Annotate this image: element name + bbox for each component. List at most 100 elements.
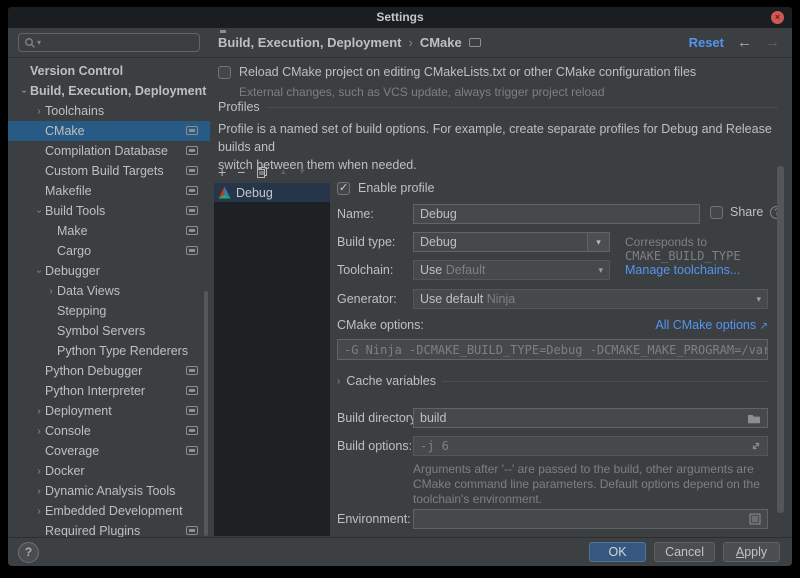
cmake-options-label: CMake options:: [337, 318, 424, 332]
sidebar-item-custom-build-targets[interactable]: Custom Build Targets: [8, 161, 210, 181]
dropdown-arrow-icon: ▾: [587, 233, 609, 251]
sidebar-item-embedded-development[interactable]: ›Embedded Development: [8, 501, 210, 521]
reload-cmake-checkbox[interactable]: [218, 66, 231, 79]
breadcrumb: Build, Execution, Deployment › CMake: [218, 28, 481, 57]
sidebar-item-python-debugger[interactable]: Python Debugger: [8, 361, 210, 381]
sidebar-item-cargo[interactable]: Cargo: [8, 241, 210, 261]
breadcrumb-item[interactable]: CMake: [420, 35, 462, 50]
share-checkbox[interactable]: [710, 206, 723, 219]
forward-arrow-icon[interactable]: →: [765, 34, 780, 51]
chevron-expanded-icon: ›: [34, 205, 45, 217]
breadcrumb-item[interactable]: Build, Execution, Deployment: [218, 35, 401, 50]
copy-profile-button[interactable]: [256, 166, 268, 179]
sidebar-item-coverage[interactable]: Coverage: [8, 441, 210, 461]
screen-icon: [186, 446, 198, 455]
sidebar-item-makefile[interactable]: Makefile: [8, 181, 210, 201]
screen-icon: [186, 166, 198, 175]
toolchain-select[interactable]: Use Default ▾: [413, 260, 610, 280]
screen-icon: [186, 526, 198, 535]
build-options-input[interactable]: -j 6: [413, 436, 768, 456]
sidebar-item-compilation-database[interactable]: Compilation Database: [8, 141, 210, 161]
external-link-icon: ↗: [760, 321, 768, 332]
cmake-options-input[interactable]: -G Ninja -DCMAKE_BUILD_TYPE=Debug -DCMAK…: [337, 339, 768, 360]
sidebar-item-toolchains[interactable]: ›Toolchains: [8, 101, 210, 121]
search-icon: [24, 37, 36, 49]
cache-variables-toggle[interactable]: Cache variables: [346, 374, 436, 388]
close-icon: ×: [775, 12, 780, 22]
generator-select[interactable]: Use default Ninja ▾: [413, 289, 768, 309]
ok-button[interactable]: OK: [589, 542, 646, 562]
enable-profile-label: Enable profile: [358, 181, 434, 195]
help-button[interactable]: ?: [18, 542, 39, 563]
screen-icon: [186, 146, 198, 155]
move-down-button[interactable]: ▼: [298, 165, 306, 179]
cmake-settings-panel: Reload CMake project on editing CMakeLis…: [210, 58, 792, 537]
section-divider: [442, 381, 768, 382]
sidebar-item-stepping[interactable]: Stepping: [8, 301, 210, 321]
all-cmake-options-link[interactable]: All CMake options ↗: [655, 318, 768, 332]
sidebar-scrollbar[interactable]: [204, 291, 208, 536]
dropdown-arrow-icon: ▾: [756, 294, 761, 305]
window-title: Settings: [8, 10, 792, 24]
environment-label: Environment:: [337, 512, 411, 526]
build-type-select[interactable]: Debug ▾: [413, 232, 610, 252]
add-profile-button[interactable]: +: [218, 165, 226, 179]
remove-profile-button[interactable]: −: [237, 165, 245, 179]
sidebar-item-data-views[interactable]: ›Data Views: [8, 281, 210, 301]
sidebar-item-python-interpreter[interactable]: Python Interpreter: [8, 381, 210, 401]
dropdown-arrow-icon: ▾: [598, 265, 603, 276]
chevron-collapsed-icon: ›: [33, 426, 45, 437]
cancel-button[interactable]: Cancel: [654, 542, 715, 562]
sidebar-item-build-tools[interactable]: ›Build Tools: [8, 201, 210, 221]
environment-variables-icon[interactable]: [749, 513, 761, 525]
screen-icon: [186, 226, 198, 235]
chevron-collapsed-icon: ›: [33, 106, 45, 117]
sidebar-item-make[interactable]: Make: [8, 221, 210, 241]
back-arrow-icon[interactable]: ←: [737, 34, 752, 51]
chevron-collapsed-icon: ›: [45, 286, 57, 297]
name-input[interactable]: Debug: [413, 204, 700, 224]
reload-cmake-label: Reload CMake project on editing CMakeLis…: [239, 65, 696, 79]
settings-tree: Version Control ›Build, Execution, Deplo…: [8, 58, 210, 537]
apply-button[interactable]: Apply: [723, 542, 780, 562]
settings-header: ▾ Build, Execution, Deployment › CMake R…: [8, 28, 792, 58]
screen-icon: [469, 38, 481, 47]
manage-toolchains-link[interactable]: Manage toolchains...: [625, 263, 740, 277]
screen-icon: [186, 246, 198, 255]
share-label: Share: [730, 205, 763, 219]
profile-name: Debug: [236, 186, 273, 200]
sidebar-item-dynamic-analysis-tools[interactable]: ›Dynamic Analysis Tools: [8, 481, 210, 501]
folder-icon[interactable]: [747, 413, 761, 424]
profile-list-item-debug[interactable]: Debug: [214, 183, 330, 202]
sidebar-item-python-type-renderers[interactable]: Python Type Renderers: [8, 341, 210, 361]
enable-profile-checkbox[interactable]: [337, 182, 350, 195]
expand-icon[interactable]: [751, 441, 761, 451]
reset-link[interactable]: Reset: [689, 35, 724, 50]
build-directory-input[interactable]: build: [413, 408, 768, 428]
sidebar-item-symbol-servers[interactable]: Symbol Servers: [8, 321, 210, 341]
main-scrollbar[interactable]: [777, 166, 784, 513]
chevron-collapsed-icon: ›: [33, 486, 45, 497]
chevron-expanded-icon: ›: [19, 85, 30, 97]
environment-input[interactable]: [413, 509, 768, 529]
search-input[interactable]: ▾: [18, 33, 200, 52]
move-up-button[interactable]: ▲: [279, 165, 287, 179]
sidebar-item-cmake[interactable]: CMake: [8, 121, 210, 141]
sidebar-item-version-control[interactable]: Version Control: [8, 61, 210, 81]
screen-icon: [186, 426, 198, 435]
sidebar-item-debugger[interactable]: ›Debugger: [8, 261, 210, 281]
section-divider: [268, 107, 778, 108]
sidebar-item-console[interactable]: ›Console: [8, 421, 210, 441]
sidebar-item-docker[interactable]: ›Docker: [8, 461, 210, 481]
profiles-section-title: Profiles: [218, 100, 260, 114]
screen-icon: [186, 126, 198, 135]
breadcrumb-separator-icon: ›: [408, 35, 412, 50]
sidebar-item-build-execution-deployment[interactable]: ›Build, Execution, Deployment: [8, 81, 210, 101]
profiles-description: Profile is a named set of build options.…: [218, 120, 792, 156]
chevron-collapsed-icon: ›: [337, 376, 340, 387]
sidebar-item-deployment[interactable]: ›Deployment: [8, 401, 210, 421]
close-button[interactable]: ×: [771, 11, 784, 24]
toolchain-label: Toolchain:: [337, 263, 393, 277]
chevron-collapsed-icon: ›: [33, 466, 45, 477]
build-options-hint: Arguments after '--' are passed to the b…: [413, 462, 760, 507]
